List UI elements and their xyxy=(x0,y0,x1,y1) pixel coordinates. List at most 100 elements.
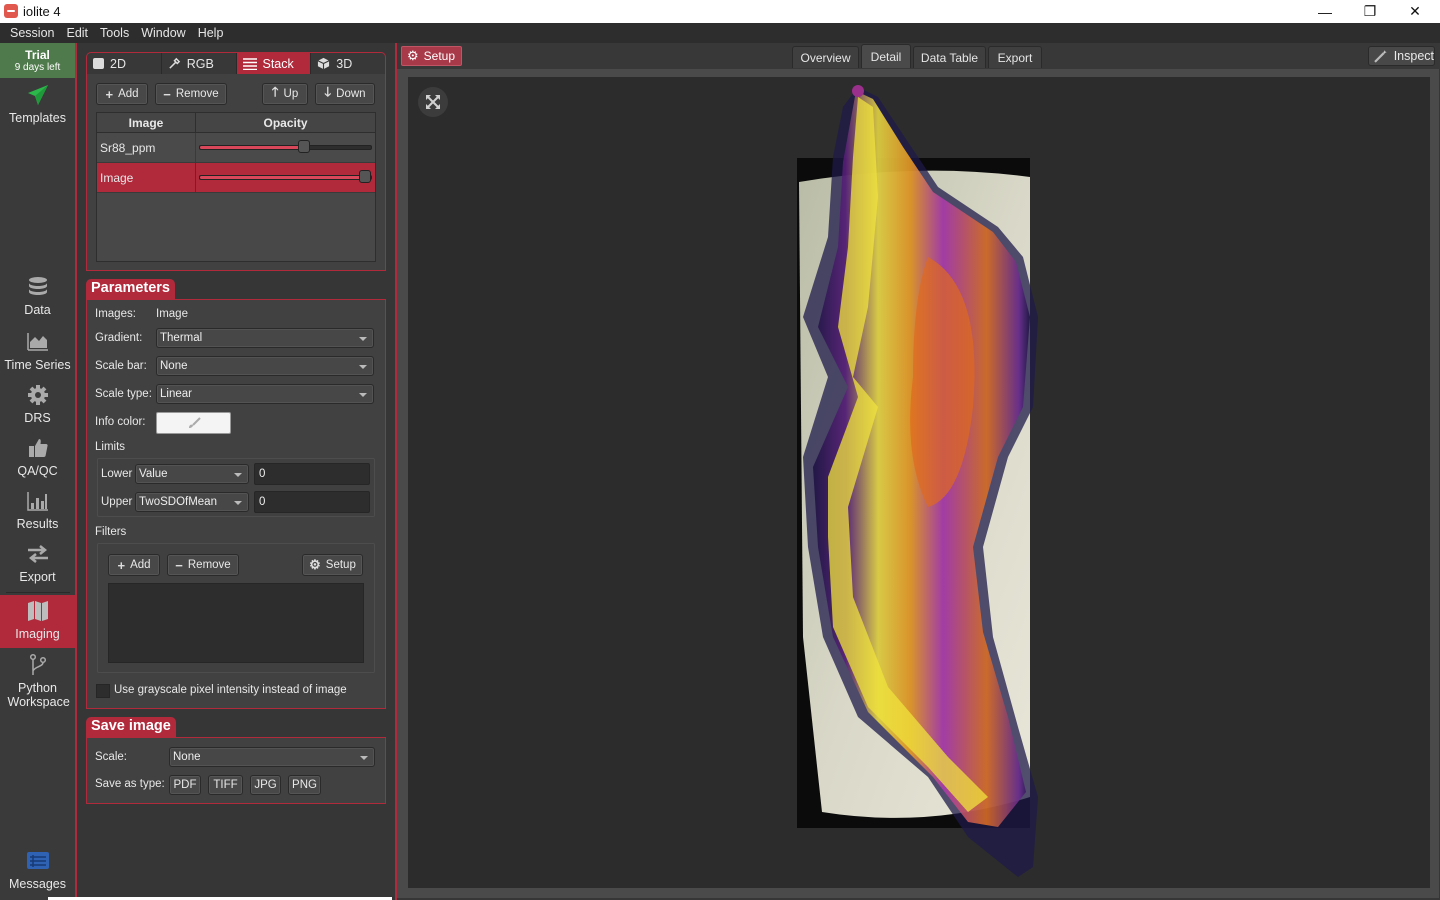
info-color-swatch[interactable] xyxy=(156,412,231,434)
grayscale-checkbox-label[interactable]: Use grayscale pixel intensity instead of… xyxy=(114,684,347,696)
save-jpg-button[interactable]: JPG xyxy=(250,775,281,795)
tab-data-table[interactable]: Data Table xyxy=(913,46,986,68)
tab-3d[interactable]: 3D xyxy=(311,53,385,74)
eyedropper-icon xyxy=(169,57,180,69)
scale-bar-select[interactable]: None xyxy=(156,356,374,376)
sidebar-item-messages[interactable]: Messages xyxy=(0,849,75,891)
cube-icon xyxy=(317,57,330,70)
expand-arrows-icon xyxy=(426,95,440,109)
select-value: TwoSDOfMean xyxy=(139,496,217,508)
menu-tools[interactable]: Tools xyxy=(94,26,135,40)
upper-limit-input[interactable]: 0 xyxy=(254,491,370,513)
layer-name: Sr88_ppm xyxy=(97,133,196,162)
menu-help[interactable]: Help xyxy=(192,26,230,40)
sidebar-item-time-series[interactable]: Time Series xyxy=(0,330,75,372)
table-row[interactable]: Sr88_ppm xyxy=(97,133,375,163)
save-image-title: Save image xyxy=(86,717,176,737)
select-value: None xyxy=(160,360,188,372)
remove-layer-button[interactable]: − Remove xyxy=(155,83,227,105)
sidebar-item-label: Python Workspace xyxy=(7,681,70,709)
sidebar-item-label: Results xyxy=(16,517,59,531)
heatmap-tip xyxy=(852,85,864,97)
sidebar-item-imaging[interactable]: Imaging xyxy=(0,595,75,648)
column-header-image[interactable]: Image xyxy=(97,113,196,132)
tab-stack[interactable]: Stack xyxy=(236,53,312,74)
sidebar-item-export[interactable]: Export xyxy=(0,542,75,584)
button-label: Remove xyxy=(175,88,219,100)
sidebar-item-label: QA/QC xyxy=(17,464,58,478)
inspect-button[interactable]: Inspect xyxy=(1368,46,1435,66)
chevron-down-icon xyxy=(359,365,367,369)
opacity-slider-fill xyxy=(200,176,371,179)
tab-overview[interactable]: Overview xyxy=(792,46,859,68)
select-value: Thermal xyxy=(160,332,203,344)
sidebar-item-results[interactable]: Results xyxy=(0,489,75,531)
minimize-button[interactable]: — xyxy=(1302,0,1348,23)
filter-list[interactable] xyxy=(108,583,364,663)
sidebar-item-label: Messages xyxy=(9,877,66,891)
move-up-button[interactable]: 🡑 Up xyxy=(262,83,308,105)
chevron-down-icon xyxy=(234,473,242,477)
fullscreen-button[interactable] xyxy=(418,87,448,117)
filter-setup-button[interactable]: ⚙ Setup xyxy=(302,554,363,576)
save-tiff-button[interactable]: TIFF xyxy=(208,775,243,795)
upper-limit-label: Upper xyxy=(101,496,133,508)
scale-type-label: Scale type: xyxy=(95,388,152,400)
sidebar-item-python-workspace[interactable]: Python Workspace xyxy=(0,653,75,709)
trial-badge[interactable]: Trial 9 days left xyxy=(0,43,75,78)
lower-limit-mode-select[interactable]: Value xyxy=(135,464,249,484)
menu-window[interactable]: Window xyxy=(135,26,191,40)
gear-icon xyxy=(27,385,48,405)
tab-label: 2D xyxy=(110,56,126,71)
sidebar-item-data[interactable]: Data xyxy=(0,275,75,317)
git-branch-icon xyxy=(29,653,46,675)
app-logo-icon xyxy=(4,4,18,18)
info-color-label: Info color: xyxy=(95,416,146,428)
setup-button[interactable]: ⚙ Setup xyxy=(401,46,462,66)
map-icon xyxy=(27,601,48,621)
opacity-slider-handle[interactable] xyxy=(359,170,371,183)
bar-chart-icon xyxy=(26,492,48,511)
trial-title: Trial xyxy=(25,48,50,62)
sidebar-item-label: Data xyxy=(24,303,51,317)
save-png-button[interactable]: PNG xyxy=(288,775,321,795)
save-pdf-button[interactable]: PDF xyxy=(169,775,201,795)
messages-list-icon xyxy=(26,852,49,869)
close-button[interactable]: ✕ xyxy=(1392,0,1438,23)
add-filter-button[interactable]: + Add xyxy=(108,554,160,576)
tab-2d[interactable]: 2D xyxy=(87,53,162,74)
sidebar-item-drs[interactable]: DRS xyxy=(0,383,75,425)
save-scale-select[interactable]: None xyxy=(169,747,375,767)
plus-icon: + xyxy=(117,557,126,573)
remove-filter-button[interactable]: − Remove xyxy=(167,554,239,576)
sidebar-item-label: Imaging xyxy=(15,627,60,641)
move-down-button[interactable]: 🡓 Down xyxy=(315,83,375,105)
grayscale-checkbox[interactable] xyxy=(96,684,110,698)
tab-rgb[interactable]: RGB xyxy=(162,53,237,74)
table-row[interactable]: Image xyxy=(97,163,375,193)
add-layer-button[interactable]: + Add xyxy=(96,83,148,105)
opacity-slider[interactable] xyxy=(199,170,372,183)
column-header-opacity[interactable]: Opacity xyxy=(196,113,375,132)
opacity-slider[interactable] xyxy=(199,140,372,153)
menu-session[interactable]: Session xyxy=(4,26,60,40)
tab-export[interactable]: Export xyxy=(988,46,1042,68)
lower-limit-input[interactable]: 0 xyxy=(254,463,370,485)
upper-limit-mode-select[interactable]: TwoSDOfMean xyxy=(135,492,249,512)
sidebar-item-label: DRS xyxy=(24,411,51,425)
image-canvas[interactable] xyxy=(408,77,1430,888)
button-label: Inspect xyxy=(1393,49,1434,63)
sidebar-item-qaqc[interactable]: QA/QC xyxy=(0,436,75,478)
opacity-slider-handle[interactable] xyxy=(297,140,310,153)
sidebar-item-label: Export xyxy=(19,570,56,584)
button-label: Add xyxy=(130,559,151,571)
tab-detail[interactable]: Detail xyxy=(861,44,911,68)
menu-edit[interactable]: Edit xyxy=(60,26,94,40)
gradient-select[interactable]: Thermal xyxy=(156,328,374,348)
title-bar: iolite 4 — ❐ ✕ xyxy=(0,0,1440,23)
sidebar-item-templates[interactable]: Templates xyxy=(0,83,75,125)
filters-label: Filters xyxy=(95,526,127,538)
scale-type-select[interactable]: Linear xyxy=(156,384,374,404)
plus-icon: + xyxy=(105,86,114,102)
maximize-button[interactable]: ❐ xyxy=(1347,0,1393,23)
